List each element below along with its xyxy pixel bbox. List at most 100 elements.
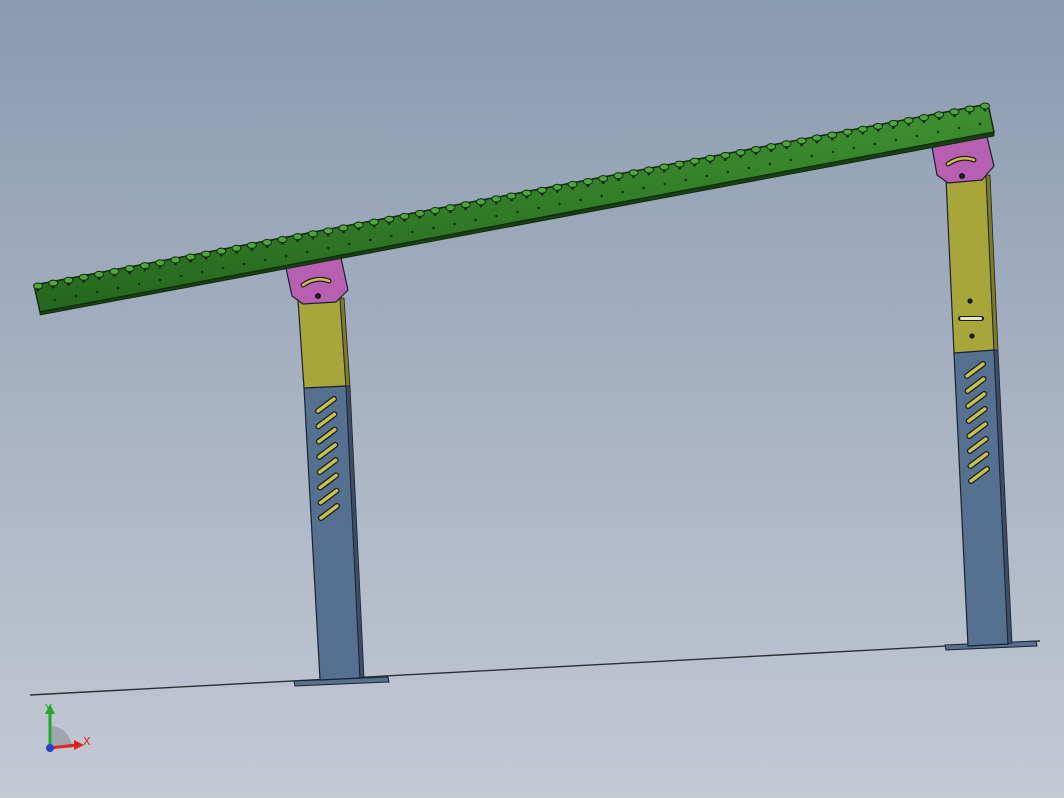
frame-hole (369, 238, 372, 242)
roller-axle-hole (708, 160, 712, 164)
roller (384, 215, 395, 223)
roller (918, 114, 929, 122)
frame-hole (348, 242, 351, 246)
frame-hole (474, 218, 477, 222)
roller (216, 247, 227, 255)
roller-axle-hole (82, 279, 86, 283)
roller-axle-hole (555, 189, 559, 193)
roller (338, 224, 349, 232)
roller (48, 279, 59, 287)
roller (567, 180, 578, 188)
roller-axle-hole (189, 259, 193, 263)
roller (537, 186, 548, 194)
frame-hole (831, 150, 835, 154)
roller-axle-hole (586, 184, 590, 187)
roller-axle-hole (128, 271, 132, 274)
roller (78, 273, 89, 281)
roller (63, 276, 74, 284)
roller-axle-hole (158, 265, 162, 269)
roller (949, 108, 960, 116)
frame-hole (537, 206, 540, 210)
roller-axle-hole (311, 236, 315, 240)
frame-hole (453, 222, 456, 226)
right-upper-leg (945, 174, 995, 354)
roller-axle-hole (907, 123, 911, 126)
roller (857, 125, 868, 133)
roller-axle-hole (112, 274, 116, 277)
roller-axle-hole (372, 224, 376, 228)
roller (766, 143, 777, 151)
roller (430, 207, 441, 215)
frame-hole (264, 258, 267, 262)
roller-axle-hole (968, 111, 972, 115)
roller (521, 189, 532, 197)
roller-axle-hole (815, 140, 819, 144)
roller (705, 154, 716, 162)
roller-axle-hole (326, 233, 330, 237)
roller (934, 111, 945, 119)
frame-hole (137, 282, 141, 286)
roller-axle-hole (342, 230, 345, 234)
roller-axle-hole (51, 285, 55, 289)
roller (94, 270, 105, 278)
roller-axle-hole (739, 155, 743, 158)
frame-hole (726, 170, 729, 174)
roller-axle-hole (418, 216, 422, 219)
frame-hole (789, 158, 792, 162)
roller-axle-hole (250, 247, 254, 251)
right-upper-hole (967, 298, 973, 304)
cad-graphics-viewport[interactable]: Y X (0, 0, 1064, 798)
roller (33, 282, 43, 290)
roller (689, 157, 700, 165)
roller (277, 236, 288, 244)
frame-hole (221, 266, 225, 270)
roller-axle-hole (693, 163, 697, 167)
roller-axle-hole (174, 262, 177, 266)
frame-hole (200, 270, 204, 274)
roller (414, 209, 425, 217)
roller (582, 177, 593, 185)
frame-hole (306, 250, 309, 254)
model-scene[interactable]: Y X (0, 0, 1064, 798)
frame-hole (642, 186, 645, 190)
roller (139, 262, 150, 270)
roller-axle-hole (632, 175, 636, 179)
frame-hole (179, 274, 183, 278)
y-axis-label: Y (44, 702, 52, 715)
roller (460, 201, 471, 209)
roller (506, 192, 517, 200)
frame-hole (873, 142, 877, 146)
roller (185, 253, 196, 261)
roller (323, 227, 334, 235)
x-axis-label: X (83, 735, 91, 748)
roller (155, 259, 166, 267)
frame-hole (705, 174, 708, 178)
roller-axle-hole (769, 149, 773, 153)
roller (262, 238, 273, 246)
roller-axle-hole (571, 186, 574, 190)
roller (613, 172, 624, 180)
roller-axle-hole (525, 195, 529, 199)
frame-hole (53, 298, 57, 302)
origin-sphere-icon (46, 744, 54, 752)
roller (643, 166, 654, 174)
roller (201, 250, 212, 258)
roller (353, 221, 364, 229)
frame-hole (390, 234, 393, 238)
roller-axle-hole (983, 108, 987, 112)
frame-hole (116, 286, 120, 290)
roller-axle-hole (403, 218, 406, 222)
roller-axle-hole (876, 128, 880, 132)
frame-hole (621, 190, 624, 194)
roller-axle-hole (235, 250, 238, 254)
roller-axle-hole (387, 221, 391, 225)
frame-hole (684, 178, 687, 182)
roller (231, 244, 242, 252)
roller (735, 148, 746, 156)
roller-axle-hole (785, 146, 788, 150)
roller-axle-hole (296, 239, 300, 243)
roller-axle-hole (647, 172, 651, 176)
roller-axle-hole (800, 143, 804, 147)
frame-hole (936, 130, 940, 134)
roller (796, 137, 807, 145)
